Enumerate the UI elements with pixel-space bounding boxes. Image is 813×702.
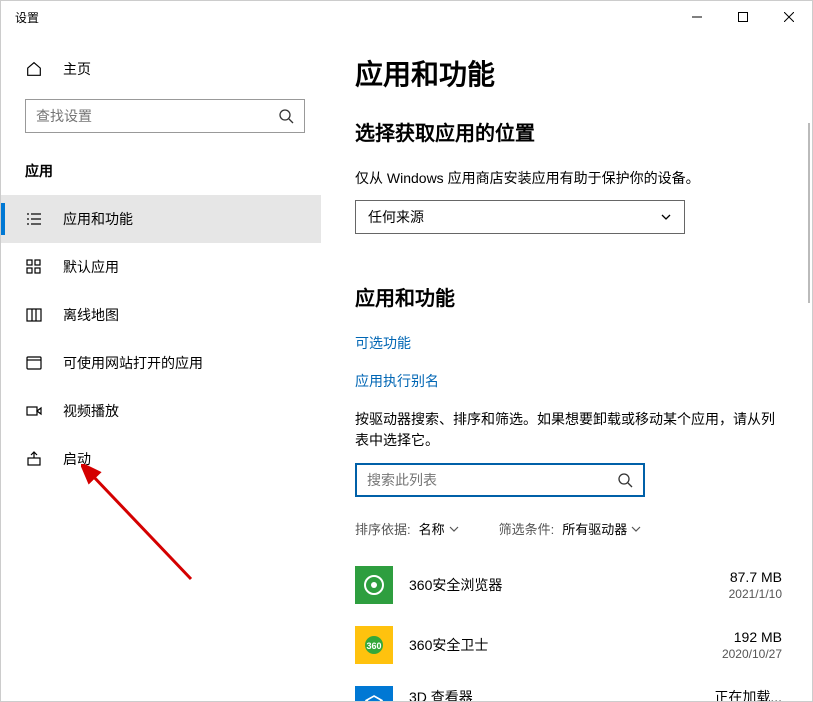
chevron-down-icon (631, 524, 641, 534)
app-info: 360安全浏览器 (409, 575, 502, 595)
app-info: 3D 查看器 Microsoft Corporation (409, 687, 524, 701)
install-source-dropdown[interactable]: 任何来源 (355, 200, 685, 234)
app-name: 3D 查看器 (409, 687, 524, 701)
nav-item-label: 默认应用 (63, 257, 119, 277)
app-meta: 192 MB 2020/10/27 (722, 629, 782, 661)
titlebar: 设置 (1, 1, 812, 33)
filter-control[interactable]: 筛选条件: 所有驱动器 (499, 519, 642, 538)
sidebar-section-label: 应用 (1, 153, 321, 189)
app-list-search[interactable] (355, 463, 645, 497)
nav-item-label: 离线地图 (63, 305, 119, 325)
app-aliases-link[interactable]: 应用执行别名 (355, 371, 782, 391)
install-source-heading: 选择获取应用的位置 (355, 117, 782, 146)
nav-item-label: 启动 (63, 449, 91, 469)
minimize-button[interactable] (674, 1, 720, 33)
app-date: 2021/1/10 (729, 587, 782, 601)
scrollbar[interactable] (808, 123, 810, 303)
nav-item-label: 可使用网站打开的应用 (63, 353, 203, 373)
nav-list: 应用和功能 默认应用 离线地图 可使用网站打开的应用 (1, 189, 321, 483)
search-icon (617, 472, 633, 488)
list-icon (25, 210, 43, 228)
apps-section-heading: 应用和功能 (355, 282, 782, 311)
content-area: 主页 应用 应用和功能 默认应用 (1, 33, 812, 701)
sort-label: 排序依据: (355, 519, 411, 538)
nav-item-label: 应用和功能 (63, 209, 133, 229)
app-row[interactable]: 360 360安全卫士 192 MB 2020/10/27 (355, 616, 782, 676)
app-icon: 360 (355, 626, 393, 664)
home-button[interactable]: 主页 (1, 47, 321, 91)
video-icon (25, 402, 43, 420)
sort-value: 名称 (419, 519, 445, 538)
app-name: 360安全浏览器 (409, 575, 502, 595)
nav-item-video-playback[interactable]: 视频播放 (1, 387, 321, 435)
maximize-button[interactable] (720, 1, 766, 33)
app-meta: 正在加载... 2020/12/8 (714, 687, 782, 701)
app-date: 2020/10/27 (722, 647, 782, 661)
chevron-down-icon (660, 211, 672, 223)
install-source-hint: 仅从 Windows 应用商店安装应用有助于保护你的设备。 (355, 168, 782, 188)
nav-item-apps-features[interactable]: 应用和功能 (1, 195, 321, 243)
app-icon (355, 566, 393, 604)
install-source-value: 任何来源 (368, 207, 424, 227)
nav-item-apps-for-websites[interactable]: 可使用网站打开的应用 (1, 339, 321, 387)
app-icon (355, 686, 393, 701)
window-title: 设置 (15, 9, 39, 26)
link-icon (25, 354, 43, 372)
settings-search-input[interactable] (36, 108, 278, 124)
app-size: 正在加载... (714, 687, 782, 701)
chevron-down-icon (449, 524, 459, 534)
home-label: 主页 (63, 59, 91, 79)
app-size: 192 MB (722, 629, 782, 645)
optional-features-link[interactable]: 可选功能 (355, 333, 782, 353)
app-row[interactable]: 360安全浏览器 87.7 MB 2021/1/10 (355, 556, 782, 616)
sort-control[interactable]: 排序依据: 名称 (355, 519, 459, 538)
window-controls (674, 1, 812, 33)
page-title: 应用和功能 (355, 53, 782, 93)
search-icon (278, 108, 294, 124)
app-list-search-input[interactable] (367, 472, 617, 488)
sidebar: 主页 应用 应用和功能 默认应用 (1, 33, 321, 701)
app-name: 360安全卫士 (409, 635, 488, 655)
nav-item-label: 视频播放 (63, 401, 119, 421)
nav-item-startup[interactable]: 启动 (1, 435, 321, 483)
nav-item-default-apps[interactable]: 默认应用 (1, 243, 321, 291)
startup-icon (25, 450, 43, 468)
app-meta: 87.7 MB 2021/1/10 (729, 569, 782, 601)
app-size: 87.7 MB (729, 569, 782, 585)
close-button[interactable] (766, 1, 812, 33)
settings-search[interactable] (25, 99, 305, 133)
filter-value: 所有驱动器 (562, 519, 627, 538)
filter-label: 筛选条件: (499, 519, 555, 538)
defaults-icon (25, 258, 43, 276)
app-list: 360安全浏览器 87.7 MB 2021/1/10 360 360安全卫士 (355, 556, 782, 701)
apps-section-desc: 按驱动器搜索、排序和筛选。如果想要卸载或移动某个应用，请从列表中选择它。 (355, 409, 782, 451)
main-panel: 应用和功能 选择获取应用的位置 仅从 Windows 应用商店安装应用有助于保护… (321, 33, 812, 701)
home-icon (25, 60, 43, 78)
app-row[interactable]: 3D 查看器 Microsoft Corporation 正在加载... 202… (355, 676, 782, 701)
sort-filter-row: 排序依据: 名称 筛选条件: 所有驱动器 (355, 519, 782, 538)
map-icon (25, 306, 43, 324)
nav-item-offline-maps[interactable]: 离线地图 (1, 291, 321, 339)
svg-text:360: 360 (366, 641, 381, 651)
app-info: 360安全卫士 (409, 635, 488, 655)
